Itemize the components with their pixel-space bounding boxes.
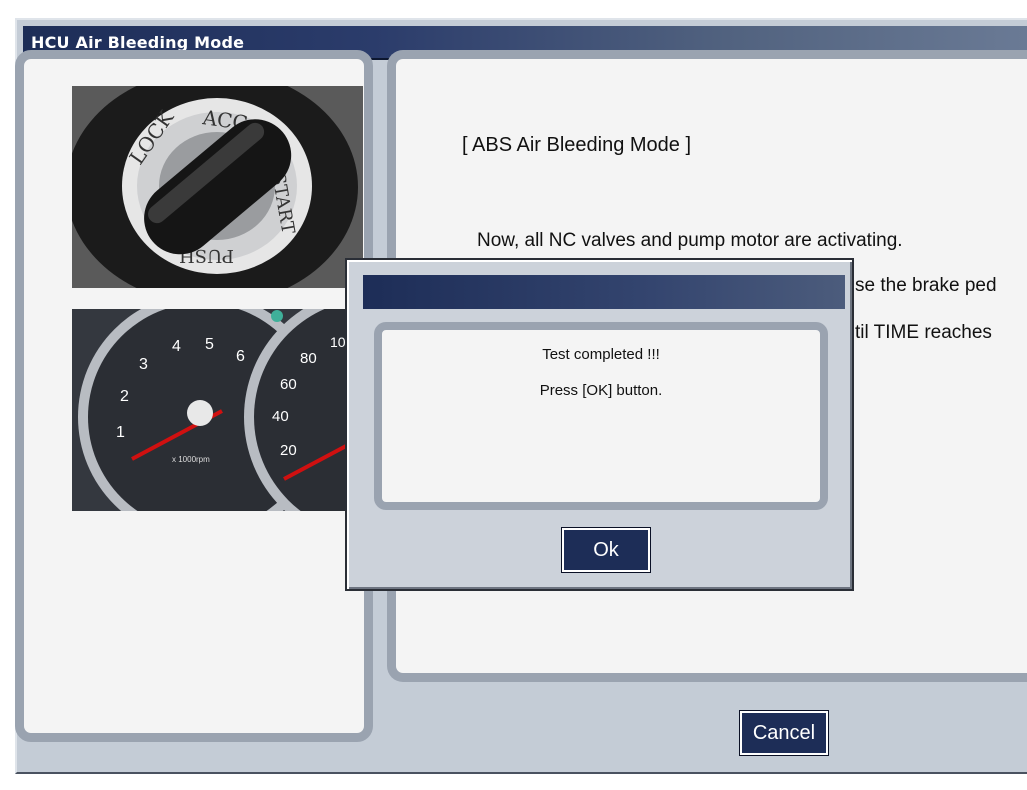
dialog-titlebar[interactable] [363, 275, 845, 309]
ok-button[interactable]: Ok [561, 527, 651, 573]
tach-label-1: 1 [116, 424, 125, 441]
instruction-line-1: Now, all NC valves and pump motor are ac… [477, 230, 903, 251]
test-complete-dialog: Test completed !!! Press [OK] button. Ok [345, 258, 854, 591]
speedo-label-80: 80 [300, 350, 317, 367]
tach-unit-label: x 1000rpm [172, 455, 210, 464]
dialog-message-area: Test completed !!! Press [OK] button. [374, 322, 828, 510]
speedo-label-40: 40 [272, 408, 289, 425]
tach-label-3: 3 [139, 356, 148, 373]
ignition-key-image: LOCK ACC START PUSH [72, 86, 363, 288]
instruction-line-3: til TIME reaches [855, 322, 992, 343]
speedo-label-60: 60 [280, 376, 297, 393]
dialog-message-1: Test completed !!! [542, 346, 660, 363]
tach-label-2: 2 [120, 388, 129, 405]
speedo-label-20: 20 [280, 442, 297, 459]
tach-label-4: 4 [172, 338, 181, 355]
instrument-cluster-image: 1 2 3 4 5 6 x 1000rpm 20 40 60 80 100 [72, 309, 363, 511]
mode-title: [ ABS Air Bleeding Mode ] [462, 134, 692, 156]
cancel-button[interactable]: Cancel [739, 710, 829, 756]
tach-label-6: 6 [236, 348, 245, 365]
dialog-message-2: Press [OK] button. [539, 382, 663, 399]
tach-label-5: 5 [205, 336, 214, 353]
instruction-line-2: se the brake ped [855, 275, 997, 296]
